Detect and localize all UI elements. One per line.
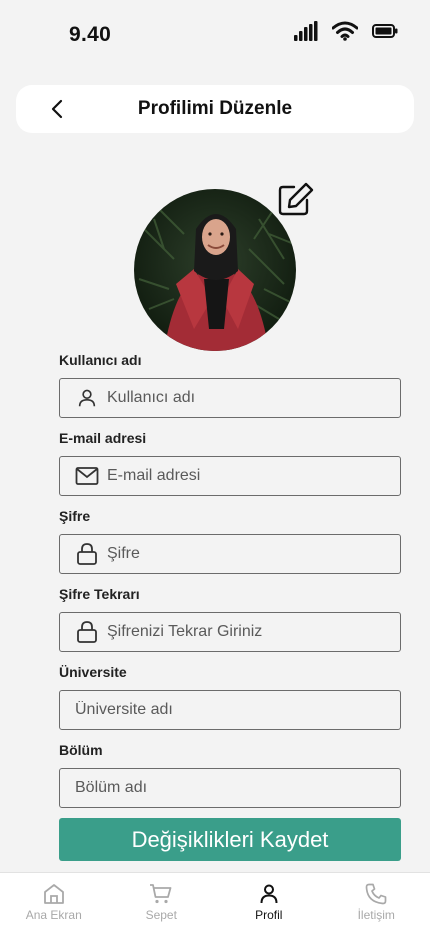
nav-label-home: Ana Ekran: [25, 908, 82, 922]
username-input[interactable]: [107, 380, 377, 416]
status-bar: 9.40: [0, 0, 430, 70]
signal-icon: [294, 21, 318, 41]
battery-icon: [372, 24, 398, 38]
password-repeat-field[interactable]: [59, 612, 401, 652]
header-bar: Profilimi Düzenle: [16, 85, 414, 133]
email-input[interactable]: [107, 458, 377, 494]
email-label: E-mail adresi: [59, 430, 147, 446]
nav-item-contact[interactable]: İletişim: [323, 873, 430, 932]
status-time: 9.40: [69, 23, 112, 46]
user-icon: [75, 386, 99, 410]
status-icons: [294, 21, 398, 41]
department-input[interactable]: [75, 770, 345, 806]
password-repeat-input[interactable]: [107, 614, 377, 650]
nav-item-home[interactable]: Ana Ekran: [0, 873, 108, 932]
email-field[interactable]: [59, 456, 401, 496]
department-label: Bölüm: [59, 742, 103, 758]
edit-profile-screen: 9.40 Profilimi Düzenle Kullanıcı adı Kul…: [0, 0, 430, 932]
profile-photo-image: [134, 189, 296, 351]
university-field[interactable]: [59, 690, 401, 730]
university-label: Üniversite: [59, 664, 127, 680]
username-label: Kullanıcı adı: [59, 352, 142, 368]
nav-item-cart[interactable]: Sepet: [108, 873, 216, 932]
cart-icon: [150, 884, 172, 904]
nav-label-contact: İletişim: [357, 908, 395, 922]
user-icon: [260, 884, 278, 904]
bottom-nav: Ana Ekran Sepet Profil İletişim: [0, 872, 430, 932]
nav-label-profile: Profil: [255, 908, 283, 922]
mail-icon: [75, 464, 99, 488]
password-repeat-label: Şifre Tekrarı: [59, 586, 140, 602]
page-title: Profilimi Düzenle: [137, 98, 293, 119]
password-label: Şifre: [59, 508, 91, 524]
department-field[interactable]: [59, 768, 401, 808]
lock-icon: [75, 620, 99, 644]
nav-item-profile[interactable]: Profil: [215, 873, 323, 932]
save-changes-button[interactable]: Değişiklikleri Kaydet: [59, 818, 401, 861]
username-field[interactable]: [59, 378, 401, 418]
profile-photo-container: [134, 189, 296, 351]
profile-photo[interactable]: [134, 189, 296, 351]
nav-label-cart: Sepet: [145, 908, 177, 922]
password-input[interactable]: [107, 536, 377, 572]
password-field[interactable]: [59, 534, 401, 574]
university-input[interactable]: [75, 692, 345, 728]
edit-photo-button[interactable]: [278, 182, 314, 216]
lock-icon: [75, 542, 99, 566]
home-icon: [43, 884, 64, 904]
edit-icon: [278, 182, 314, 216]
wifi-icon: [332, 21, 358, 41]
phone-icon: [365, 883, 387, 905]
